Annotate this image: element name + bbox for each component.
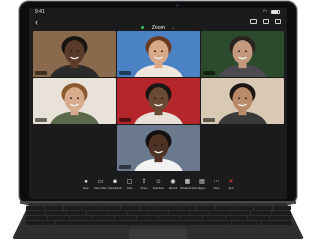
- more-button[interactable]: ⋯ More: [210, 178, 224, 194]
- toolbar-label: Participants: [108, 187, 122, 190]
- chat-button[interactable]: ▢ Chat: [123, 178, 137, 194]
- participant-name-tag: [119, 165, 131, 169]
- end-button[interactable]: ✕ End: [224, 178, 238, 194]
- toolbar-label: Share: [140, 187, 148, 190]
- breakout-icon: ▦: [184, 179, 191, 185]
- participant-eye: [77, 50, 79, 52]
- toolbar-label: End: [228, 187, 234, 190]
- participant-name-tag: [35, 118, 47, 122]
- participant-name-tag: [203, 71, 215, 75]
- participant-eye: [70, 97, 72, 99]
- wifi-icon: ◠: [262, 9, 267, 15]
- participant-eye: [161, 50, 163, 52]
- participant-eye: [154, 50, 156, 52]
- participant-name-tag: [203, 118, 215, 122]
- participant-tile[interactable]: [117, 125, 200, 171]
- end-icon: ✕: [228, 179, 234, 185]
- toolbar-label: Stop Video: [94, 187, 107, 190]
- toolbar-label: More: [213, 187, 220, 190]
- participant-eye: [154, 97, 156, 99]
- apps-button[interactable]: ▤ Apps: [195, 178, 209, 194]
- participants-icon: ☻: [111, 179, 119, 185]
- chevron-down-icon: ⌄: [171, 25, 175, 31]
- participant-tile[interactable]: [201, 78, 284, 124]
- apps-icon: ▤: [199, 179, 205, 185]
- toolbar-label: Chat: [126, 187, 133, 190]
- battery-icon: [271, 10, 280, 14]
- share-icon: ⇪: [141, 179, 147, 185]
- participant-eye: [161, 144, 163, 146]
- meeting-title: Zoom: [151, 24, 165, 31]
- participant-name-tag: [119, 71, 131, 75]
- participant-eye: [238, 50, 240, 52]
- participant-face: [64, 40, 85, 65]
- chat-icon: ▢: [126, 179, 133, 185]
- participant-face: [148, 87, 169, 112]
- participant-face: [232, 40, 253, 65]
- participant-tile[interactable]: [117, 31, 200, 77]
- mute-button[interactable]: ● Mute: [79, 178, 93, 194]
- participant-face: [148, 40, 169, 65]
- toolbar-label: Record: [168, 187, 178, 190]
- participant-tile[interactable]: [117, 78, 200, 124]
- toolbar-label: Breakout Rooms: [180, 187, 200, 190]
- encryption-shield-icon: [141, 26, 145, 30]
- participant-tile[interactable]: [201, 31, 284, 77]
- participant-eye: [238, 97, 240, 99]
- participant-eye: [154, 144, 156, 146]
- status-time: 9:41: [35, 9, 45, 15]
- participant-tile[interactable]: [33, 31, 116, 77]
- more-icon: ⋯: [213, 179, 220, 185]
- toolbar-label: Mute: [83, 187, 89, 190]
- trackpad[interactable]: [129, 229, 187, 239]
- breakout-button[interactable]: ▦ Breakout Rooms: [180, 178, 200, 194]
- record-icon: ◉: [170, 179, 176, 185]
- participant-tile[interactable]: [33, 78, 116, 124]
- meeting-controls-toolbar: ● Mute ▭ Stop Video ☻ Participants ▢ Chat ⇪ Share…: [79, 178, 239, 195]
- toolbar-label: Reactions: [152, 187, 165, 190]
- front-camera: [176, 4, 179, 7]
- participant-eye: [245, 50, 247, 52]
- participant-eye: [245, 97, 247, 99]
- toolbar-label: Apps: [199, 187, 205, 190]
- speaker-icon[interactable]: [263, 19, 269, 24]
- zoom-meeting-screen: 9:41 ◠ ‹ Zoom ⌄ ● Mute ▭ Stop Video ☻ Partici…: [29, 8, 287, 199]
- video-button[interactable]: ▭ Stop Video: [94, 178, 108, 194]
- participant-name-tag: [35, 71, 47, 75]
- participants-button[interactable]: ☻ Participants: [108, 178, 122, 194]
- meeting-header: ‹ Zoom ⌄: [29, 16, 287, 31]
- participant-eye: [70, 50, 72, 52]
- reactions-icon: ☺: [155, 179, 162, 185]
- participant-face: [64, 87, 85, 112]
- keyboard-keys: [26, 206, 292, 226]
- reactions-button[interactable]: ☺ Reactions: [152, 178, 166, 194]
- participant-eye: [161, 97, 163, 99]
- participant-name-tag: [119, 118, 131, 122]
- video-icon: ▭: [97, 179, 104, 185]
- switch-camera-icon[interactable]: [250, 19, 257, 24]
- record-button[interactable]: ◉ Record: [166, 178, 180, 194]
- mute-icon: ●: [84, 179, 88, 185]
- participant-face: [148, 134, 169, 159]
- share-button[interactable]: ⇪ Share: [137, 178, 151, 194]
- gallery-view-icon[interactable]: [275, 19, 281, 24]
- participant-eye: [77, 97, 79, 99]
- participant-face: [232, 87, 253, 112]
